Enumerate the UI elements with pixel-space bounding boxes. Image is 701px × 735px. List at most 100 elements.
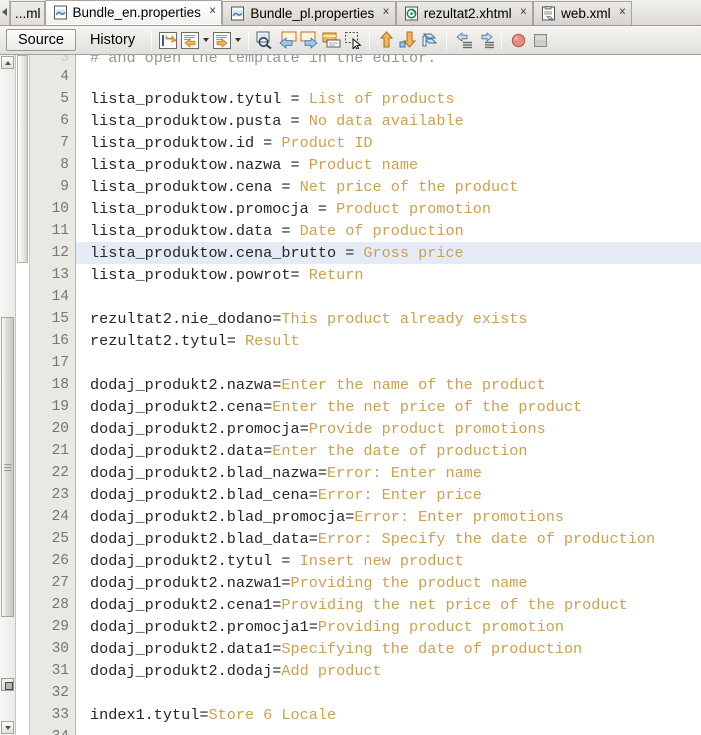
code-line[interactable]: lista_produktow.nazwa = Product name [76,154,701,176]
last-edit-icon[interactable] [157,29,179,51]
code-line[interactable] [76,286,701,308]
next-occurrence-icon[interactable] [298,29,320,51]
forward-navigation-dropdown-icon[interactable] [233,29,243,51]
editor-tab-ml[interactable]: ...ml [10,1,45,25]
stop-icon[interactable] [507,29,529,51]
line-number: 22 [51,465,69,481]
line-number: 17 [51,355,69,371]
property-value: Return [308,266,364,284]
code-line[interactable] [76,352,701,374]
editor-tab-web-xml[interactable]: web.xml ✕ [533,1,633,25]
code-line[interactable]: dodaj_produkt2.blad_nazwa=Error: Enter n… [76,462,701,484]
scroll-up-arrow[interactable] [1,56,14,69]
property-key: dodaj_produkt2.data= [90,442,273,460]
previous-bookmark-icon[interactable] [375,29,397,51]
property-value: Provide product promotions [308,420,546,438]
tab-source[interactable]: Source [6,29,76,51]
tab-scroll-left-button[interactable] [0,0,10,25]
shift-right-icon[interactable] [474,29,496,51]
back-navigation-dropdown-icon[interactable] [201,29,211,51]
code-line[interactable] [76,66,701,88]
line-number-clipped: 3 [60,55,69,66]
code-line[interactable]: dodaj_produkt2.dodaj=Add product [76,660,701,682]
property-value: List of products [308,90,455,108]
code-line[interactable]: dodaj_produkt2.data=Enter the date of pr… [76,440,701,462]
property-value: Enter the name of the product [281,376,546,394]
toggle-bookmark-icon[interactable] [419,29,441,51]
code-line[interactable]: lista_produktow.tytul = List of products [76,88,701,110]
square-icon[interactable] [529,29,551,51]
editor-tab-bar: ...ml Bundle_en.properties ✕ Bundle_pl.prop… [0,0,701,26]
code-line[interactable]: lista_produktow.cena = Net price of the … [76,176,701,198]
editor-tab-bundle-en-properties[interactable]: Bundle_en.properties ✕ [44,0,223,25]
property-value: Product promotion [336,200,492,218]
next-bookmark-icon[interactable] [397,29,419,51]
tab-history[interactable]: History [79,29,146,51]
editor-split-button[interactable] [1,678,14,691]
code-line[interactable]: lista_produktow.id = Product ID [76,132,701,154]
code-line[interactable]: dodaj_produkt2.tytul = Insert new produc… [76,550,701,572]
property-key: dodaj_produkt2.tytul = [90,552,300,570]
inner-vertical-scrollbar[interactable] [16,55,30,735]
scrollbar-thumb[interactable] [1,317,14,617]
tab-close-icon[interactable]: ✕ [382,8,390,18]
line-number: 30 [51,641,69,657]
editor-tab-label: web.xml [561,6,611,21]
forward-navigation-icon[interactable] [211,29,233,51]
code-line[interactable]: dodaj_produkt2.promocja=Provide product … [76,418,701,440]
code-line[interactable]: lista_produktow.pusta = No data availabl… [76,110,701,132]
property-value: Providing the net price of the product [281,596,628,614]
property-value: This product already exists [281,310,528,328]
code-line[interactable]: dodaj_produkt2.promocja1=Providing produ… [76,616,701,638]
outer-vertical-scrollbar[interactable] [0,55,16,735]
property-key: dodaj_produkt2.promocja1= [90,618,318,636]
rectangular-selection-icon[interactable] [342,29,364,51]
property-value: Insert new product [299,552,464,570]
code-line[interactable]: dodaj_produkt2.nazwa1=Providing the prod… [76,572,701,594]
editor-tab-bundle-pl-properties[interactable]: Bundle_pl.properties ✕ [222,1,396,25]
code-line[interactable]: dodaj_produkt2.blad_promocja=Error: Ente… [76,506,701,528]
line-number: 8 [60,157,69,173]
line-number-gutter: 3 4 5 6 7 8 9 10 11 12 13 14 15 16 17 18 19 20 21 22 23 24 25 2… [30,55,76,735]
code-line[interactable]: rezultat2.tytul= Result [76,330,701,352]
code-line[interactable]: lista_produktow.powrot= Return [76,264,701,286]
back-navigation-icon[interactable] [179,29,201,51]
code-line[interactable] [76,726,701,735]
code-line[interactable]: dodaj_produkt2.cena1=Providing the net p… [76,594,701,616]
code-line[interactable]: dodaj_produkt2.data1=Specifying the date… [76,638,701,660]
scroll-down-arrow[interactable] [1,721,14,734]
property-key: rezultat2.tytul= [90,332,245,350]
code-line[interactable]: lista_produktow.promocja = Product promo… [76,198,701,220]
line-number: 4 [60,69,69,85]
property-value: Specifying the date of production [281,640,583,658]
tab-close-icon[interactable]: ✕ [619,8,627,18]
previous-occurrence-icon[interactable] [276,29,298,51]
code-text-area[interactable]: # and open the template in the editor. li… [76,55,701,735]
property-key: lista_produktow.id = [90,134,282,152]
code-line[interactable]: dodaj_produkt2.nazwa=Enter the name of t… [76,374,701,396]
find-selection-icon[interactable] [254,29,276,51]
code-line[interactable] [76,682,701,704]
line-number: 13 [51,267,69,283]
line-number: 11 [51,223,69,239]
editor-tab-label: rezultat2.xhtml [423,6,512,21]
code-line[interactable]: rezultat2.nie_dodano=This product alread… [76,308,701,330]
code-line[interactable]: index1.tytul=Store 6 Locale [76,704,701,726]
xml-file-icon [541,5,556,21]
property-value: Providing product promotion [317,618,564,636]
property-key: index1.tytul= [90,706,209,724]
toggle-highlight-icon[interactable] [320,29,342,51]
code-line[interactable]: lista_produktow.data = Date of productio… [76,220,701,242]
editor-tab-rezultat2-xhtml[interactable]: rezultat2.xhtml ✕ [395,1,534,25]
property-key: dodaj_produkt2.cena= [90,398,273,416]
code-line[interactable]: lista_produktow.cena_brutto = Gross pric… [76,242,701,264]
inner-scrollbar-thumb[interactable] [17,55,28,263]
code-line[interactable]: dodaj_produkt2.blad_cena=Error: Enter pr… [76,484,701,506]
shift-left-icon[interactable] [452,29,474,51]
code-line[interactable]: dodaj_produkt2.blad_data=Error: Specify … [76,528,701,550]
code-line[interactable]: dodaj_produkt2.cena=Enter the net price … [76,396,701,418]
property-value: Store 6 Locale [208,706,337,724]
line-number: 25 [51,531,69,547]
tab-close-icon[interactable]: ✕ [209,7,217,17]
tab-close-icon[interactable]: ✕ [520,8,528,18]
